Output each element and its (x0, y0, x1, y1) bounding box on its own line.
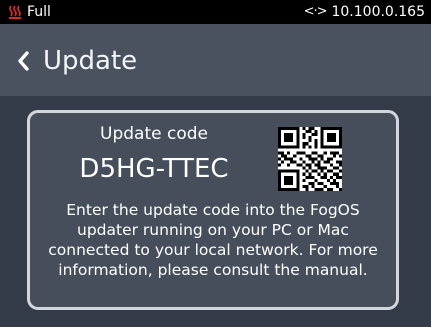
header: Update (0, 24, 431, 96)
heating-coil-icon (9, 5, 21, 19)
update-card: Update code D5HG-TTEC Enter the update c… (27, 110, 399, 310)
ip-address: 10.100.0.165 (331, 4, 425, 20)
fluid-status: Full (9, 3, 51, 21)
fluid-level-text: Full (27, 4, 51, 20)
status-bar: Full <·> 10.100.0.165 (0, 0, 431, 24)
network-arrows-icon: <·> (303, 4, 328, 19)
qr-code-icon (278, 127, 342, 191)
update-instructions: Enter the update code into the FogOS upd… (48, 201, 378, 279)
update-code-label: Update code (100, 124, 208, 144)
network-status: <·> 10.100.0.165 (304, 3, 425, 21)
page-title: Update (43, 46, 138, 76)
chevron-left-icon[interactable] (16, 50, 30, 72)
back-button[interactable]: Update (16, 44, 137, 78)
update-code-value: D5HG-TTEC (79, 154, 229, 184)
